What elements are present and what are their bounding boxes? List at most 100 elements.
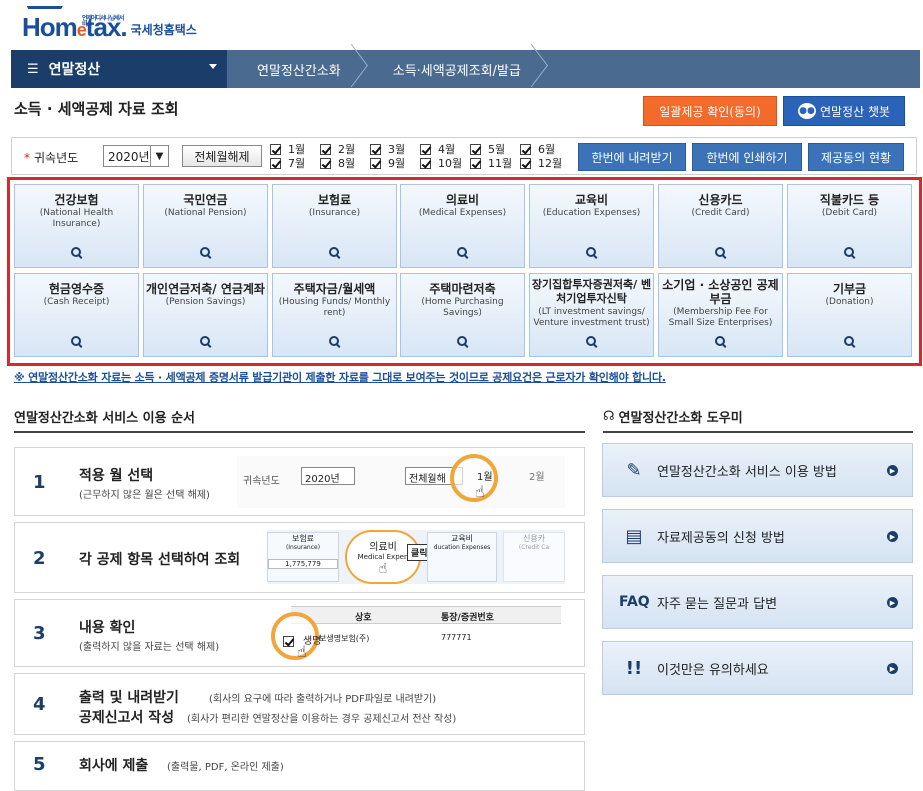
checkbox-checked-icon: [420, 157, 431, 169]
month-checkbox[interactable]: 2월: [320, 142, 368, 156]
search-icon: [329, 336, 340, 347]
month-checkbox[interactable]: 7월: [270, 156, 318, 170]
checkbox-checked-icon: [370, 157, 381, 169]
month-checkbox[interactable]: 9월: [370, 156, 418, 170]
chevron-down-icon: ▼: [150, 146, 168, 166]
checkbox-checked-icon: [420, 143, 431, 155]
category-tile-donation[interactable]: 기부금 (Donation): [787, 273, 912, 357]
headset-icon: ☊: [603, 409, 615, 424]
search-icon: [200, 336, 211, 347]
chevron-right-icon: ▶: [887, 531, 898, 542]
hand-pointer-icon: ☝: [297, 642, 307, 661]
help-usage-guide-button[interactable]: ✎ 연말정산간소화 서비스 이용 방법 ▶: [602, 443, 913, 497]
divider: [14, 431, 585, 433]
month-checkboxes: 1월 2월 3월 4월 5월 6월 7월 8월 9월 10월 11월 12월: [270, 141, 570, 171]
chevron-right-icon: ▶: [887, 465, 898, 476]
deduction-notice: ※ 연말정산간소화 자료는 소득 · 세액공제 증명서류 발급기관이 제출한 자…: [14, 371, 666, 384]
year-select[interactable]: 2020년 ▼: [103, 145, 169, 167]
search-icon: [586, 336, 597, 347]
document-edit-icon: ✎: [626, 459, 642, 481]
service-step-2: 2 각 공제 항목 선택하여 조회 보험료 (Insurance) 1,775,77…: [14, 522, 585, 593]
search-icon: [715, 247, 726, 258]
category-tile-medical[interactable]: 의료비 (Medical Expenses): [400, 184, 525, 268]
category-tile-cash-receipt[interactable]: 현금영수증 (Cash Receipt): [14, 273, 139, 357]
checkbox-checked-icon: [520, 143, 531, 155]
search-icon: [71, 336, 82, 347]
search-icon: [457, 247, 468, 258]
step-3-illustration: 상호 통장/증권번호 생명 보생명보험(주) 777771 ☝: [271, 602, 565, 664]
filter-bar: * 귀속년도 2020년 ▼ 전체월해제 1월 2월 3월 4월 5월 6월 7월…: [11, 137, 917, 175]
month-checkbox[interactable]: 5월: [470, 142, 518, 156]
helper-section-title: ☊ 연말정산간소화 도우미: [603, 409, 743, 426]
chatbot-button[interactable]: ●● 연말정산 챗봇: [783, 96, 905, 126]
checkbox-checked-icon: [270, 143, 281, 155]
category-tile-small-business[interactable]: 소기업 · 소상공인 공제부금 (Membership Fee For Small…: [658, 273, 783, 357]
divider: [603, 431, 913, 433]
search-icon: [844, 336, 855, 347]
checkbox-checked-icon: [270, 157, 281, 169]
category-tile-education[interactable]: 교육비 (Education Expenses): [529, 184, 654, 268]
help-consent-guide-button[interactable]: ▤ 자료제공동의 신청 방법 ▶: [602, 509, 913, 563]
chevron-right-icon: ▶: [887, 597, 898, 608]
hand-pointer-icon: ☝: [475, 482, 485, 501]
nav-section-label: 연말정산: [48, 62, 101, 78]
checkbox-checked-icon: [520, 157, 531, 169]
checkbox-checked-icon: [470, 143, 481, 155]
month-checkbox[interactable]: 10월: [420, 156, 468, 170]
print-all-button[interactable]: 한번에 인쇄하기: [692, 143, 802, 171]
search-icon: [71, 247, 82, 258]
breadcrumb-simplified[interactable]: 연말정산간소화: [227, 50, 363, 88]
search-icon: [457, 336, 468, 347]
logo-wordmark: 언제어디서나 납세서비스 Hometax.: [21, 6, 128, 40]
category-tile-home-savings[interactable]: 주택마련저축 (Home Purchasing Savings): [400, 273, 525, 357]
category-tile-national-pension[interactable]: 국민연금 (National Pension): [143, 184, 268, 268]
service-step-1: 1 적용 월 선택 (근무하지 않은 월은 선택 해제) 귀속년도 2020년 …: [14, 447, 585, 516]
month-checkbox[interactable]: 8월: [320, 156, 368, 170]
category-tile-lt-investment[interactable]: 장기집합투자증권저축/ 벤처기업투자신탁 (LT investment savin…: [529, 273, 654, 357]
clear-all-months-button[interactable]: 전체월해제: [182, 145, 262, 167]
main-nav-bar: ☰ 연말정산 연말정산간소화 소득·세액공제조회/발급: [11, 50, 920, 88]
step-1-illustration: 귀속년도 2020년 전체월해 1월 2월 ☝: [237, 454, 565, 508]
category-tile-insurance[interactable]: 보험료 (Insurance): [272, 184, 397, 268]
page-title: 소득 · 세액공제 자료 조회: [14, 100, 179, 118]
help-caution-button[interactable]: !! 이것만은 유의하세요 ▶: [602, 641, 913, 695]
download-all-button[interactable]: 한번에 내려받기: [578, 143, 686, 171]
consent-status-button[interactable]: 제공동의 현황: [808, 143, 904, 171]
category-tile-housing-funds[interactable]: 주택자금/월세액 (Housing Funds/ Monthly rent): [272, 273, 397, 357]
search-icon: [586, 247, 597, 258]
chatbot-button-label: 연말정산 챗봇: [819, 104, 891, 119]
month-checkbox[interactable]: 3월: [370, 142, 418, 156]
search-icon: [844, 247, 855, 258]
checkbox-checked-icon: [320, 143, 331, 155]
service-step-3: 3 내용 확인 (출력하지 않을 자료는 선택 해제) 상호 통장/증권번호 생…: [14, 599, 585, 667]
category-tile-credit-card[interactable]: 신용카드 (Credit Card): [658, 184, 783, 268]
service-steps-title: 연말정산간소화 서비스 이용 순서: [14, 411, 196, 426]
month-checkbox[interactable]: 4월: [420, 142, 468, 156]
month-checkbox[interactable]: 11월: [470, 156, 518, 170]
hometax-logo[interactable]: 언제어디서나 납세서비스 Hometax. 국세청홈택스: [21, 4, 197, 40]
help-faq-button[interactable]: FAQ 자주 묻는 질문과 답변 ▶: [602, 575, 913, 629]
exclamation-icon: !!: [625, 657, 643, 679]
hand-pointer-icon: ☝: [378, 561, 388, 577]
checkbox-checked-icon: [470, 157, 481, 169]
bulk-consent-button[interactable]: 일괄제공 확인(동의): [643, 96, 777, 126]
faq-icon: FAQ: [619, 594, 650, 610]
search-icon: [329, 247, 340, 258]
search-icon: [200, 247, 211, 258]
logo-agency-name: 국세청홈택스: [130, 23, 197, 37]
category-tile-health-insurance[interactable]: 건강보험 (National Health Insurance): [14, 184, 139, 268]
category-tile-pension-savings[interactable]: 개인연금저축/ 연금계좌 (Pension Savings): [143, 273, 268, 357]
month-checkbox[interactable]: 6월: [520, 142, 568, 156]
nav-section-dropdown[interactable]: ☰ 연말정산: [11, 50, 227, 88]
month-checkbox[interactable]: 1월: [270, 142, 318, 156]
chatbot-icon: ●●: [797, 103, 816, 119]
step-2-illustration: 보험료 (Insurance) 1,775,779 의료비 Medical Expen…: [267, 530, 565, 584]
breadcrumb-deduction-inquiry[interactable]: 소득·세액공제조회/발급: [363, 50, 543, 88]
checkbox-checked-icon: [370, 143, 381, 155]
service-step-4: 4 출력 및 내려받기 (회사의 요구에 따라 출력하거나 PDF파일로 내려받…: [14, 673, 585, 735]
caret-down-icon: [209, 64, 217, 69]
month-checkbox[interactable]: 12월: [520, 156, 568, 170]
search-icon: [715, 336, 726, 347]
category-tile-debit-card[interactable]: 직불카드 등 (Debit Card): [787, 184, 912, 268]
chevron-right-icon: ▶: [887, 663, 898, 674]
